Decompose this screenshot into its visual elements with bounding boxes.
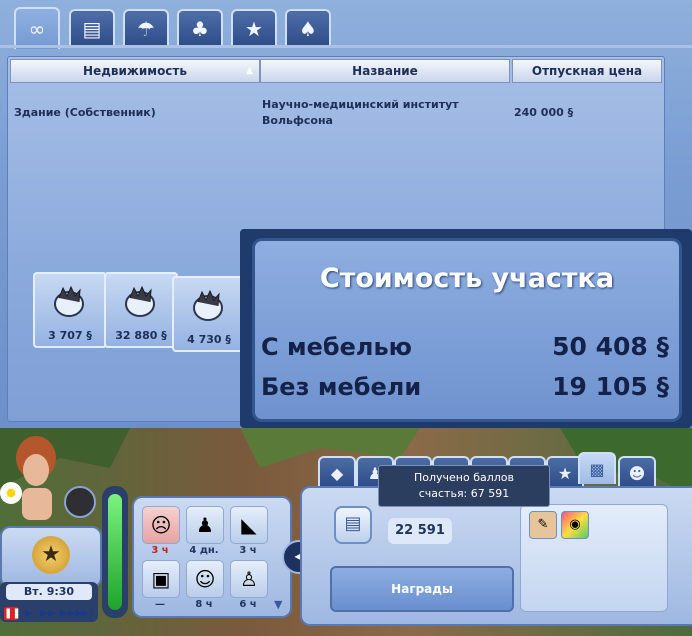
thumbnail-price: 3 707 § <box>48 329 92 342</box>
lot-value-title: Стоимость участка <box>319 263 615 294</box>
tooltip-line: счастья: 67 591 <box>418 487 510 500</box>
reward-brush-icon: ✎ <box>537 517 549 532</box>
tab-infinity[interactable]: ∞ <box>14 7 60 49</box>
column-header-property[interactable]: Недвижимость ▲ <box>10 59 260 83</box>
moodlet[interactable]: ♙ <box>230 560 268 598</box>
property-thumbnail[interactable]: 3 707 § <box>33 272 107 348</box>
tab-traits[interactable]: ◆ <box>318 456 356 488</box>
moodlet-time: 6 ч <box>239 599 257 610</box>
sim-portrait[interactable] <box>0 430 64 520</box>
star-tab-icon: ★ <box>557 463 573 483</box>
rewards-panel: ▤ 22 591 Награды ✎ ◉ <box>300 486 692 626</box>
reward-item[interactable]: ◉ <box>561 511 589 539</box>
moodlets-panel: ☹ 3 ч ♟ 4 дн. ◣ 3 ч ▣ — ☺ 8 ч ♙ 6 ч ▼ <box>132 496 292 618</box>
tab-resort[interactable]: ♠ <box>285 9 331 47</box>
palm-tree-icon: ♠ <box>299 17 317 41</box>
row-price: 240 000 § <box>514 106 574 119</box>
cheering-sim-icon: ♙ <box>240 567 258 591</box>
flower-icon <box>0 482 22 504</box>
cafe-icon: ☂ <box>137 17 155 41</box>
thumbnail-price: 32 880 § <box>115 329 167 342</box>
zodiac-panel: ★ <box>0 526 102 588</box>
sort-ascending-icon: ▲ <box>246 66 253 76</box>
star-badge-icon[interactable]: ★ <box>32 536 70 574</box>
moodlet[interactable]: ☺ <box>186 560 224 598</box>
column-header-price[interactable]: Отпускная цена <box>512 59 662 83</box>
lot-value-card: Стоимость участка С мебелью 50 408 § Без… <box>252 238 682 422</box>
reward-item[interactable]: ✎ <box>529 511 557 539</box>
moodlet-time: 8 ч <box>195 599 213 610</box>
hand-shell-icon <box>125 285 155 317</box>
tab-career[interactable]: ▤ <box>69 9 115 47</box>
scroll-down-icon[interactable]: ▼ <box>274 598 282 611</box>
moodlet-time: 3 ч <box>239 545 257 556</box>
play-button[interactable]: ▶ <box>22 607 36 620</box>
star-map-icon: ★ <box>245 17 263 41</box>
sick-sim-icon: ☹ <box>150 513 172 537</box>
palm-island-icon: ♣ <box>191 17 209 41</box>
sim-head-icon: ☻ <box>628 463 646 483</box>
moodlet[interactable]: ☹ <box>142 506 180 544</box>
skip-button[interactable]: ▶| <box>80 607 94 620</box>
lifetime-points: 22 591 <box>388 518 452 544</box>
moodlet-time: 3 ч <box>151 545 169 556</box>
row-name: Научно-медицинский институт Вольфсона <box>262 98 459 127</box>
briefcase-icon: ▤ <box>82 17 102 41</box>
tooltip-line: Получено баллов <box>413 471 515 484</box>
moodlet-time: — <box>155 599 165 610</box>
pause-button[interactable]: ❚❚ <box>4 607 21 620</box>
moodlet-time: 4 дн. <box>189 545 219 556</box>
thumbnail-price: 4 730 § <box>187 333 231 346</box>
happy-face-icon: ☺ <box>194 567 216 591</box>
faster-button[interactable]: ▶▶▶ <box>60 607 83 620</box>
tab-divider <box>0 45 692 48</box>
unfurnished-value: 19 105 § <box>552 372 669 401</box>
hand-shell-icon <box>193 289 223 321</box>
happiness-points-tooltip: Получено баллов счастья: 67 591 <box>378 465 550 507</box>
tab-star-map[interactable]: ★ <box>231 9 277 47</box>
property-thumbnail[interactable]: 4 730 § <box>172 276 246 352</box>
reward-orb-icon: ◉ <box>569 517 581 532</box>
time-display: Вт. 9:30 <box>6 584 92 600</box>
rewards-button[interactable]: Награды <box>330 566 514 612</box>
column-header-name[interactable]: Название <box>260 59 510 83</box>
furnished-value: 50 408 § <box>552 332 669 361</box>
mood-meter <box>102 486 128 618</box>
moodlet[interactable]: ▣ <box>142 560 180 598</box>
rewards-chest-icon: ▩ <box>589 459 605 479</box>
property-thumbnail[interactable]: 32 880 § <box>104 272 178 348</box>
plumbob-icon: ◆ <box>330 463 344 483</box>
furnished-label: С мебелью <box>261 333 412 361</box>
tab-rewards[interactable]: ▩ <box>578 452 616 484</box>
sim-avatar <box>16 436 56 520</box>
tab-cafe[interactable]: ☂ <box>123 9 169 47</box>
owned-rewards-panel: ✎ ◉ <box>520 504 668 612</box>
painting-icon: ▣ <box>151 567 171 591</box>
tab-head[interactable]: ☻ <box>618 456 656 488</box>
moodlet[interactable]: ♟ <box>186 506 224 544</box>
relaxed-sim-icon: ♟ <box>196 513 214 537</box>
fast-button[interactable]: ▶▶ <box>40 607 55 620</box>
tab-island[interactable]: ♣ <box>177 9 223 47</box>
moodlet[interactable]: ◣ <box>230 506 268 544</box>
sandwich-icon: ◣ <box>241 513 257 537</box>
mood-meter-fill <box>108 494 122 610</box>
row-property: Здание (Собственник) <box>14 106 156 119</box>
infinity-icon: ∞ <box>28 17 46 41</box>
unfurnished-label: Без мебели <box>261 373 422 401</box>
hand-shell-icon <box>54 285 84 317</box>
lot-value-popup: Стоимость участка С мебелью 50 408 § Без… <box>240 229 692 428</box>
chest-icon: ▤ <box>334 506 372 544</box>
sim-selector-button[interactable] <box>64 486 96 518</box>
